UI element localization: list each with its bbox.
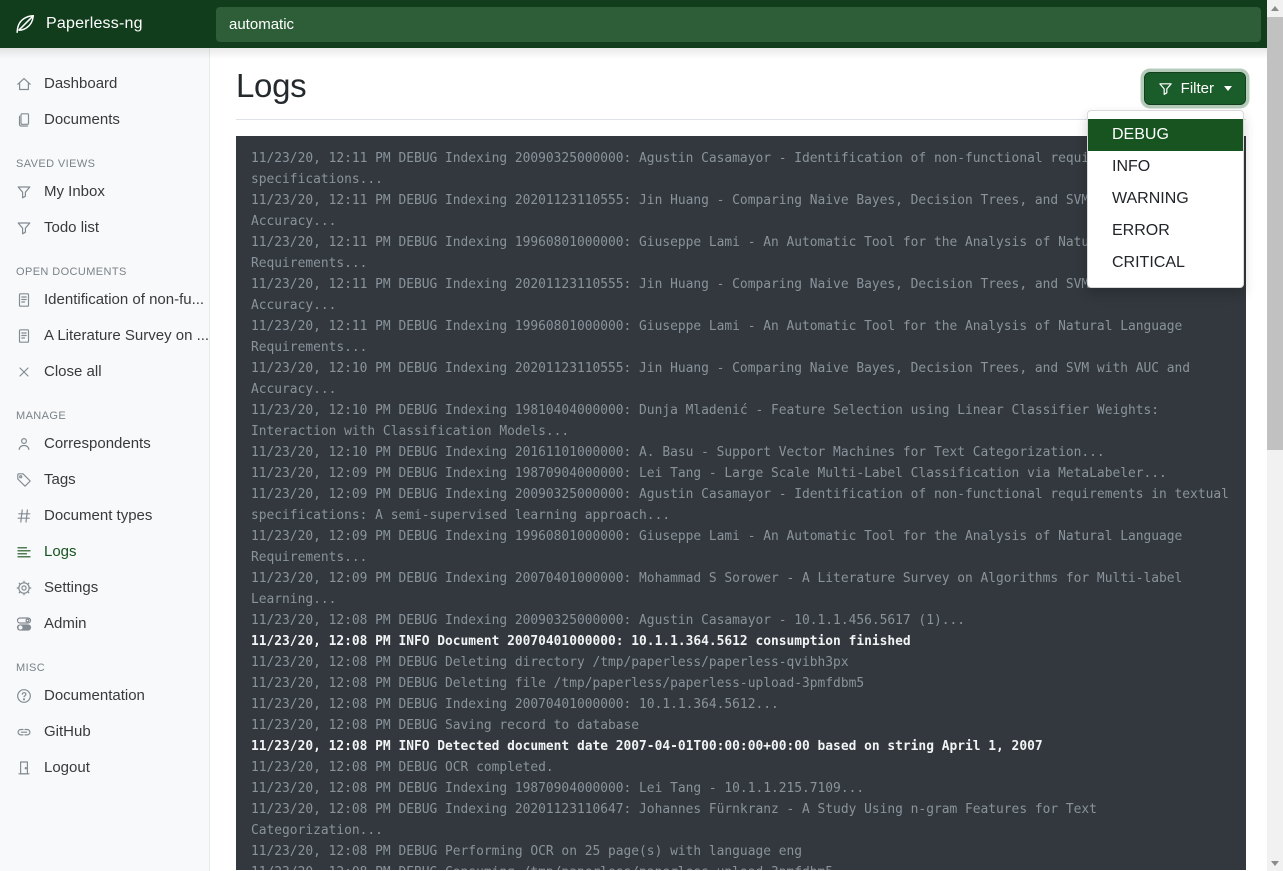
log-line: 11/23/20, 12:09 PM DEBUG Indexing 198709… bbox=[251, 463, 1231, 484]
sidebar-item-dashboard[interactable]: Dashboard bbox=[0, 66, 209, 102]
funnel-icon bbox=[16, 184, 32, 200]
sidebar-section-header-misc: MISC bbox=[16, 662, 193, 674]
log-line: 11/23/20, 12:08 PM DEBUG Performing OCR … bbox=[251, 841, 1231, 862]
sidebar-item-label: Todo list bbox=[44, 218, 99, 238]
log-line: 11/23/20, 12:11 PM DEBUG Indexing 202011… bbox=[251, 190, 1231, 232]
page-header: Logs Filter bbox=[236, 66, 1246, 106]
sidebar: Dashboard Documents SAVED VIEWS My Inbox Tod… bbox=[0, 48, 210, 871]
brand-name: Paperless-ng bbox=[46, 15, 143, 33]
log-line: 11/23/20, 12:08 PM DEBUG Consuming /tmp/… bbox=[251, 862, 1231, 870]
sidebar-item-a-literature-survey-on[interactable]: A Literature Survey on ... bbox=[0, 318, 209, 354]
sidebar-item-label: Documents bbox=[44, 110, 120, 130]
page-scrollbar[interactable] bbox=[1267, 0, 1283, 871]
filter-option-critical[interactable]: CRITICAL bbox=[1088, 247, 1243, 279]
filter-dropdown-menu: DEBUGINFOWARNINGERRORCRITICAL bbox=[1087, 110, 1244, 288]
log-line: 11/23/20, 12:08 PM INFO Document 2007040… bbox=[251, 631, 1231, 652]
sidebar-item-label: Logs bbox=[44, 542, 77, 562]
log-line: 11/23/20, 12:09 PM DEBUG Indexing 200704… bbox=[251, 568, 1231, 610]
log-line: 11/23/20, 12:08 PM INFO Detected documen… bbox=[251, 736, 1231, 757]
chevron-down-icon bbox=[1224, 86, 1232, 91]
log-line: 11/23/20, 12:08 PM DEBUG Indexing 200903… bbox=[251, 610, 1231, 631]
sidebar-item-label: GitHub bbox=[44, 722, 91, 742]
person-icon bbox=[16, 436, 32, 452]
filter-option-debug[interactable]: DEBUG bbox=[1088, 119, 1243, 151]
global-search-input[interactable] bbox=[216, 7, 1261, 42]
log-line: 11/23/20, 12:10 PM DEBUG Indexing 198104… bbox=[251, 400, 1231, 442]
sidebar-section-header-manage: MANAGE bbox=[16, 410, 193, 422]
hash-icon bbox=[16, 508, 32, 524]
log-line: 11/23/20, 12:08 PM DEBUG Indexing 202011… bbox=[251, 799, 1231, 841]
sidebar-item-correspondents[interactable]: Correspondents bbox=[0, 426, 209, 462]
sidebar-item-github[interactable]: GitHub bbox=[0, 714, 209, 750]
tag-icon bbox=[16, 472, 32, 488]
scrollbar-down-arrow-icon[interactable] bbox=[1267, 855, 1283, 871]
filter-button[interactable]: Filter bbox=[1144, 72, 1246, 105]
document-text-icon bbox=[16, 328, 32, 344]
sidebar-item-label: Identification of non-fu... bbox=[44, 290, 204, 310]
list-icon bbox=[16, 544, 32, 560]
document-text-icon bbox=[16, 292, 32, 308]
sidebar-item-label: Logout bbox=[44, 758, 90, 778]
documents-icon bbox=[16, 112, 32, 128]
sidebar-item-label: Admin bbox=[44, 614, 87, 634]
sidebar-item-label: Correspondents bbox=[44, 434, 151, 454]
sidebar-item-label: A Literature Survey on ... bbox=[44, 326, 209, 346]
sidebar-item-label: Settings bbox=[44, 578, 98, 598]
sidebar-item-identification-of-non-fu[interactable]: Identification of non-fu... bbox=[0, 282, 209, 318]
log-line: 11/23/20, 12:08 PM DEBUG OCR completed. bbox=[251, 757, 1231, 778]
log-line: 11/23/20, 12:08 PM DEBUG Deleting file /… bbox=[251, 673, 1231, 694]
log-line: 11/23/20, 12:09 PM DEBUG Indexing 200903… bbox=[251, 484, 1231, 526]
home-icon bbox=[16, 76, 32, 92]
sidebar-item-label: Document types bbox=[44, 506, 152, 526]
sidebar-item-logs[interactable]: Logs bbox=[0, 534, 209, 570]
scrollbar-thumb[interactable] bbox=[1267, 17, 1283, 450]
sidebar-item-label: Documentation bbox=[44, 686, 145, 706]
filter-button-label: Filter bbox=[1181, 80, 1214, 97]
log-line: 11/23/20, 12:08 PM DEBUG Indexing 200704… bbox=[251, 694, 1231, 715]
filter-option-info[interactable]: INFO bbox=[1088, 151, 1243, 183]
log-line: 11/23/20, 12:11 PM DEBUG Indexing 199608… bbox=[251, 316, 1231, 358]
door-icon bbox=[16, 760, 32, 776]
sidebar-item-settings[interactable]: Settings bbox=[0, 570, 209, 606]
sidebar-item-label: Dashboard bbox=[44, 74, 117, 94]
sidebar-item-todo-list[interactable]: Todo list bbox=[0, 210, 209, 246]
gear-icon bbox=[16, 580, 32, 596]
sidebar-item-document-types[interactable]: Document types bbox=[0, 498, 209, 534]
page-title: Logs bbox=[236, 66, 306, 106]
sidebar-item-my-inbox[interactable]: My Inbox bbox=[0, 174, 209, 210]
brand[interactable]: Paperless-ng bbox=[0, 13, 210, 35]
log-line: 11/23/20, 12:08 PM DEBUG Saving record t… bbox=[251, 715, 1231, 736]
app-shell: Dashboard Documents SAVED VIEWS My Inbox Tod… bbox=[0, 48, 1267, 871]
scrollbar-up-arrow-icon[interactable] bbox=[1267, 0, 1283, 16]
filter-option-error[interactable]: ERROR bbox=[1088, 215, 1243, 247]
sidebar-item-documentation[interactable]: Documentation bbox=[0, 678, 209, 714]
log-line: 11/23/20, 12:10 PM DEBUG Indexing 202011… bbox=[251, 358, 1231, 400]
link-icon bbox=[16, 724, 32, 740]
sidebar-item-label: Tags bbox=[44, 470, 76, 490]
close-icon bbox=[16, 364, 32, 380]
sidebar-section-header-saved-views: SAVED VIEWS bbox=[16, 158, 193, 170]
feather-icon bbox=[14, 13, 36, 35]
log-line: 11/23/20, 12:10 PM DEBUG Indexing 201611… bbox=[251, 442, 1231, 463]
question-circle-icon bbox=[16, 688, 32, 704]
sidebar-item-logout[interactable]: Logout bbox=[0, 750, 209, 786]
sidebar-item-label: My Inbox bbox=[44, 182, 105, 202]
sidebar-item-documents[interactable]: Documents bbox=[0, 102, 209, 138]
sidebar-item-label: Close all bbox=[44, 362, 102, 382]
sidebar-section-header-open-documents: OPEN DOCUMENTS bbox=[16, 266, 193, 278]
log-line: 11/23/20, 12:08 PM DEBUG Deleting direct… bbox=[251, 652, 1231, 673]
log-line: 11/23/20, 12:09 PM DEBUG Indexing 199608… bbox=[251, 526, 1231, 568]
log-line: 11/23/20, 12:08 PM DEBUG Indexing 198709… bbox=[251, 778, 1231, 799]
log-line: 11/23/20, 12:11 PM DEBUG Indexing 199608… bbox=[251, 232, 1231, 274]
funnel-icon bbox=[16, 220, 32, 236]
toggles-icon bbox=[16, 616, 32, 632]
funnel-icon bbox=[1158, 81, 1173, 96]
sidebar-item-close-all[interactable]: Close all bbox=[0, 354, 209, 390]
sidebar-item-admin[interactable]: Admin bbox=[0, 606, 209, 642]
top-navbar: Paperless-ng bbox=[0, 0, 1267, 48]
filter-option-warning[interactable]: WARNING bbox=[1088, 183, 1243, 215]
sidebar-item-tags[interactable]: Tags bbox=[0, 462, 209, 498]
log-line: 11/23/20, 12:11 PM DEBUG Indexing 202011… bbox=[251, 274, 1231, 316]
log-line: 11/23/20, 12:11 PM DEBUG Indexing 200903… bbox=[251, 148, 1231, 190]
